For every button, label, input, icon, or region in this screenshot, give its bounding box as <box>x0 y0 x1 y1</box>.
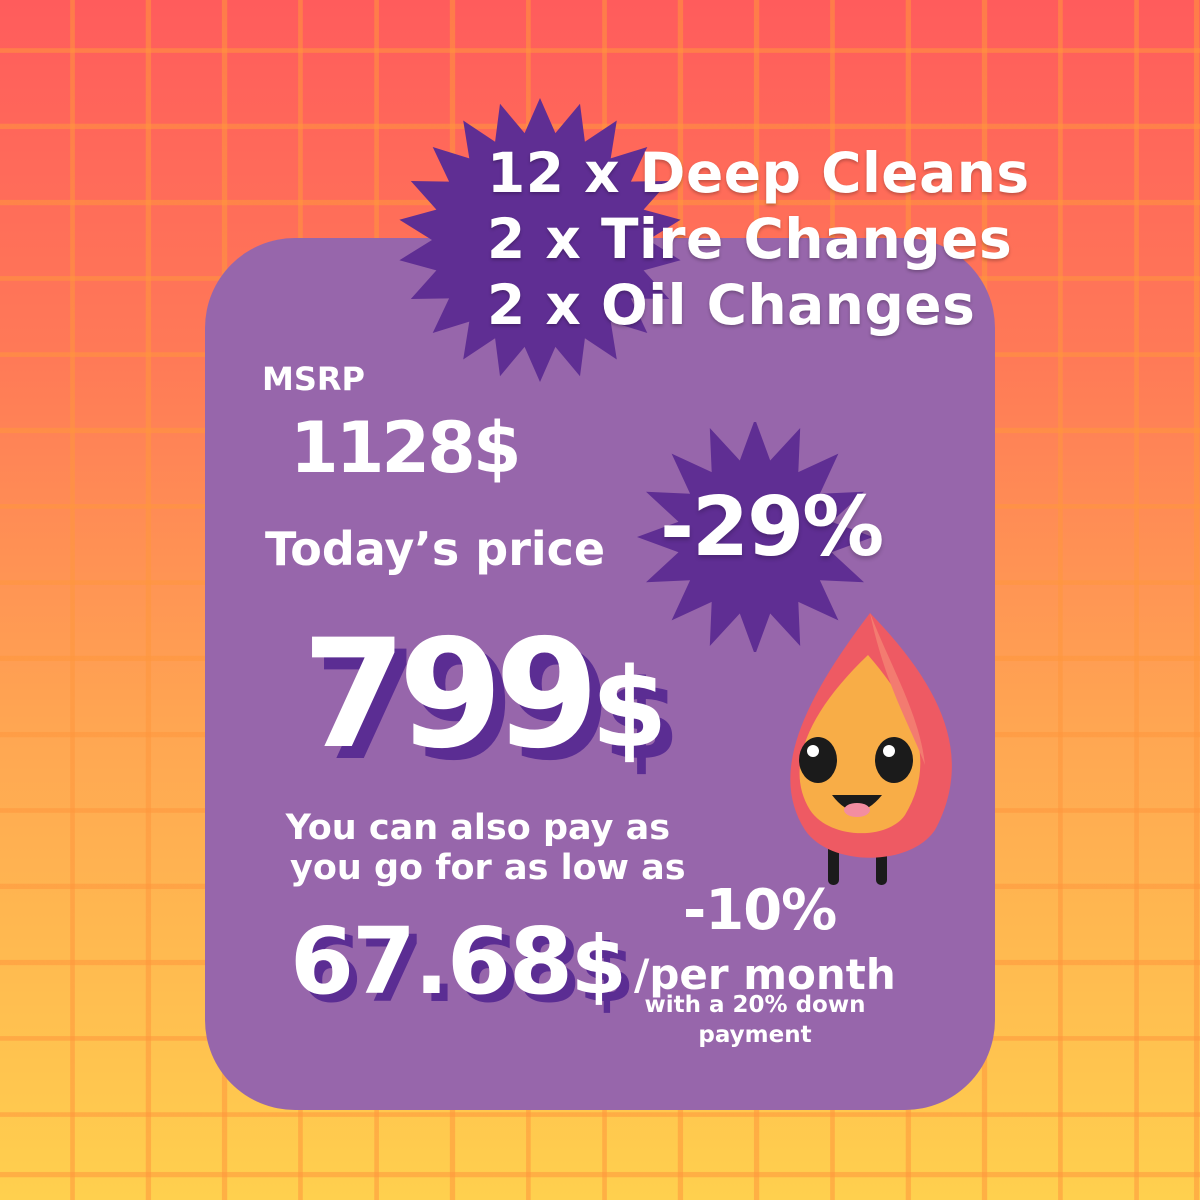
down-payment-line-1: with a 20% down <box>644 992 866 1018</box>
todays-price-label: Today’s price <box>265 522 606 576</box>
pay-as-you-go-intro: You can also pay as you go for as low as <box>270 808 686 888</box>
bundle-item-tire-changes: 2 x Tire Changes <box>487 207 1013 271</box>
discount-badge: -29% <box>660 480 884 575</box>
todays-price: 799$ <box>302 620 668 783</box>
monthly-price: 67.68$ <box>290 908 627 1015</box>
monthly-price-currency: $ <box>571 919 627 1012</box>
bundle-item-deep-cleans: 12 x Deep Cleans <box>487 141 1030 205</box>
todays-price-value: 799 <box>302 608 599 782</box>
down-payment-note: with a 20% down payment <box>640 990 870 1050</box>
pay-as-you-go-line-1: You can also pay as <box>285 808 671 848</box>
monthly-price-value: 67.68 <box>290 908 573 1015</box>
flame-mascot-icon <box>770 605 960 890</box>
pay-as-you-go-line-2: you go for as low as <box>290 848 686 888</box>
msrp-label: MSRP <box>262 360 365 398</box>
todays-price-currency: $ <box>591 644 668 772</box>
bundle-list: 12 x Deep Cleans 2 x Tire Changes 2 x Oi… <box>487 140 1030 338</box>
bundle-item-oil-changes: 2 x Oil Changes <box>487 273 976 337</box>
down-payment-line-2: payment <box>698 1022 812 1048</box>
msrp-value: 1128$ <box>290 407 522 489</box>
